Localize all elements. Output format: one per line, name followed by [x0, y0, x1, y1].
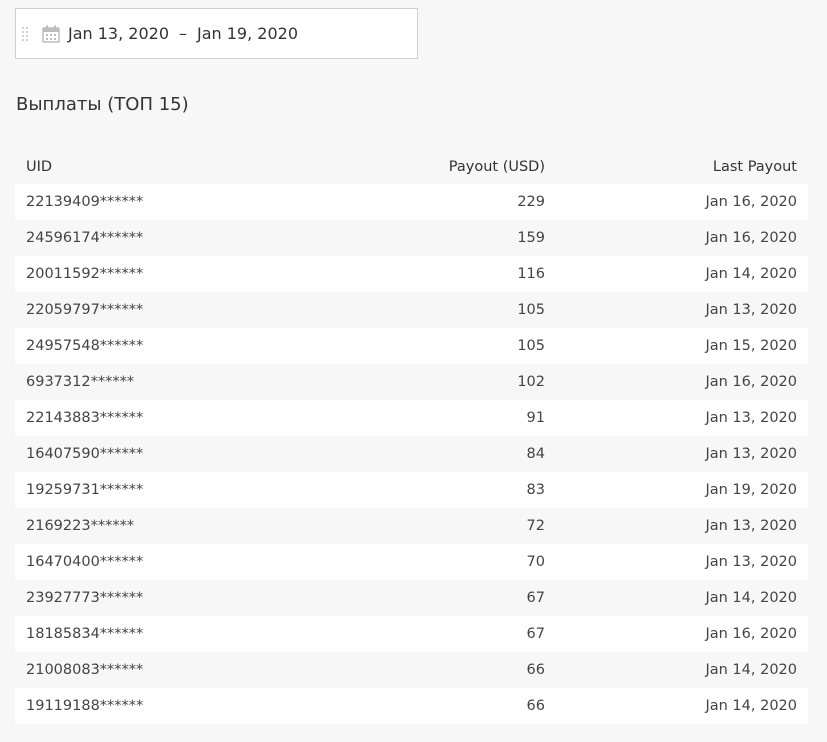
table-row: 16470400****** 70 Jan 13, 2020 — [15, 544, 808, 580]
cell-last-payout: Jan 14, 2020 — [556, 580, 808, 616]
table-row: 6937312****** 102 Jan 16, 2020 — [15, 364, 808, 400]
cell-payout: 91 — [304, 400, 556, 436]
cell-last-payout: Jan 16, 2020 — [556, 364, 808, 400]
cell-last-payout: Jan 14, 2020 — [556, 256, 808, 292]
cell-uid: 18185834****** — [15, 616, 304, 652]
cell-last-payout: Jan 15, 2020 — [556, 328, 808, 364]
table-row: 22139409****** 229 Jan 16, 2020 — [15, 184, 808, 220]
table-row: 22059797****** 105 Jan 13, 2020 — [15, 292, 808, 328]
payouts-table: UID Payout (USD) Last Payout 22139409***… — [15, 150, 808, 724]
cell-last-payout: Jan 19, 2020 — [556, 472, 808, 508]
cell-payout: 102 — [304, 364, 556, 400]
cell-payout: 116 — [304, 256, 556, 292]
cell-last-payout: Jan 14, 2020 — [556, 652, 808, 688]
cell-last-payout: Jan 13, 2020 — [556, 544, 808, 580]
table-row: 24957548****** 105 Jan 15, 2020 — [15, 328, 808, 364]
table-row: 2169223****** 72 Jan 13, 2020 — [15, 508, 808, 544]
cell-payout: 105 — [304, 292, 556, 328]
cell-payout: 66 — [304, 688, 556, 724]
cell-last-payout: Jan 16, 2020 — [556, 220, 808, 256]
cell-last-payout: Jan 13, 2020 — [556, 400, 808, 436]
drag-handle-icon[interactable] — [22, 21, 28, 47]
table-row: 23927773****** 67 Jan 14, 2020 — [15, 580, 808, 616]
date-range-start: Jan 13, 2020 — [68, 24, 169, 43]
cell-payout: 229 — [304, 184, 556, 220]
cell-payout: 67 — [304, 616, 556, 652]
cell-last-payout: Jan 13, 2020 — [556, 292, 808, 328]
cell-uid: 16470400****** — [15, 544, 304, 580]
table-row: 24596174****** 159 Jan 16, 2020 — [15, 220, 808, 256]
table-row: 20011592****** 116 Jan 14, 2020 — [15, 256, 808, 292]
header-uid[interactable]: UID — [15, 150, 304, 184]
cell-payout: 105 — [304, 328, 556, 364]
date-range-end: Jan 19, 2020 — [197, 24, 298, 43]
cell-uid: 22059797****** — [15, 292, 304, 328]
cell-uid: 20011592****** — [15, 256, 304, 292]
cell-payout: 70 — [304, 544, 556, 580]
cell-uid: 21008083****** — [15, 652, 304, 688]
cell-payout: 159 — [304, 220, 556, 256]
date-range-picker[interactable]: Jan 13, 2020– Jan 19, 2020 — [15, 8, 418, 59]
cell-uid: 22139409****** — [15, 184, 304, 220]
cell-last-payout: Jan 13, 2020 — [556, 508, 808, 544]
calendar-icon — [42, 25, 60, 43]
header-payout[interactable]: Payout (USD) — [304, 150, 556, 184]
cell-uid: 19259731****** — [15, 472, 304, 508]
cell-uid: 23927773****** — [15, 580, 304, 616]
cell-last-payout: Jan 14, 2020 — [556, 688, 808, 724]
cell-uid: 19119188****** — [15, 688, 304, 724]
cell-payout: 72 — [304, 508, 556, 544]
table-body: 22139409****** 229 Jan 16, 2020 24596174***… — [15, 184, 808, 724]
table-row: 21008083****** 66 Jan 14, 2020 — [15, 652, 808, 688]
cell-uid: 24596174****** — [15, 220, 304, 256]
cell-uid: 22143883****** — [15, 400, 304, 436]
cell-last-payout: Jan 13, 2020 — [556, 436, 808, 472]
table-row: 19259731****** 83 Jan 19, 2020 — [15, 472, 808, 508]
table-header-row: UID Payout (USD) Last Payout — [15, 150, 808, 184]
cell-uid: 16407590****** — [15, 436, 304, 472]
page: Jan 13, 2020– Jan 19, 2020 Выплаты (ТОП 1… — [0, 0, 827, 742]
cell-payout: 83 — [304, 472, 556, 508]
cell-payout: 84 — [304, 436, 556, 472]
cell-last-payout: Jan 16, 2020 — [556, 616, 808, 652]
table-row: 16407590****** 84 Jan 13, 2020 — [15, 436, 808, 472]
section-title: Выплаты (ТОП 15) — [16, 94, 189, 115]
table-row: 22143883****** 91 Jan 13, 2020 — [15, 400, 808, 436]
cell-payout: 67 — [304, 580, 556, 616]
header-last-payout[interactable]: Last Payout — [556, 150, 808, 184]
cell-payout: 66 — [304, 652, 556, 688]
cell-uid: 6937312****** — [15, 364, 304, 400]
table-row: 19119188****** 66 Jan 14, 2020 — [15, 688, 808, 724]
table-row: 18185834****** 67 Jan 16, 2020 — [15, 616, 808, 652]
date-range-text: Jan 13, 2020– Jan 19, 2020 — [68, 24, 298, 43]
cell-uid: 24957548****** — [15, 328, 304, 364]
date-range-separator: – — [179, 24, 187, 43]
cell-uid: 2169223****** — [15, 508, 304, 544]
cell-last-payout: Jan 16, 2020 — [556, 184, 808, 220]
